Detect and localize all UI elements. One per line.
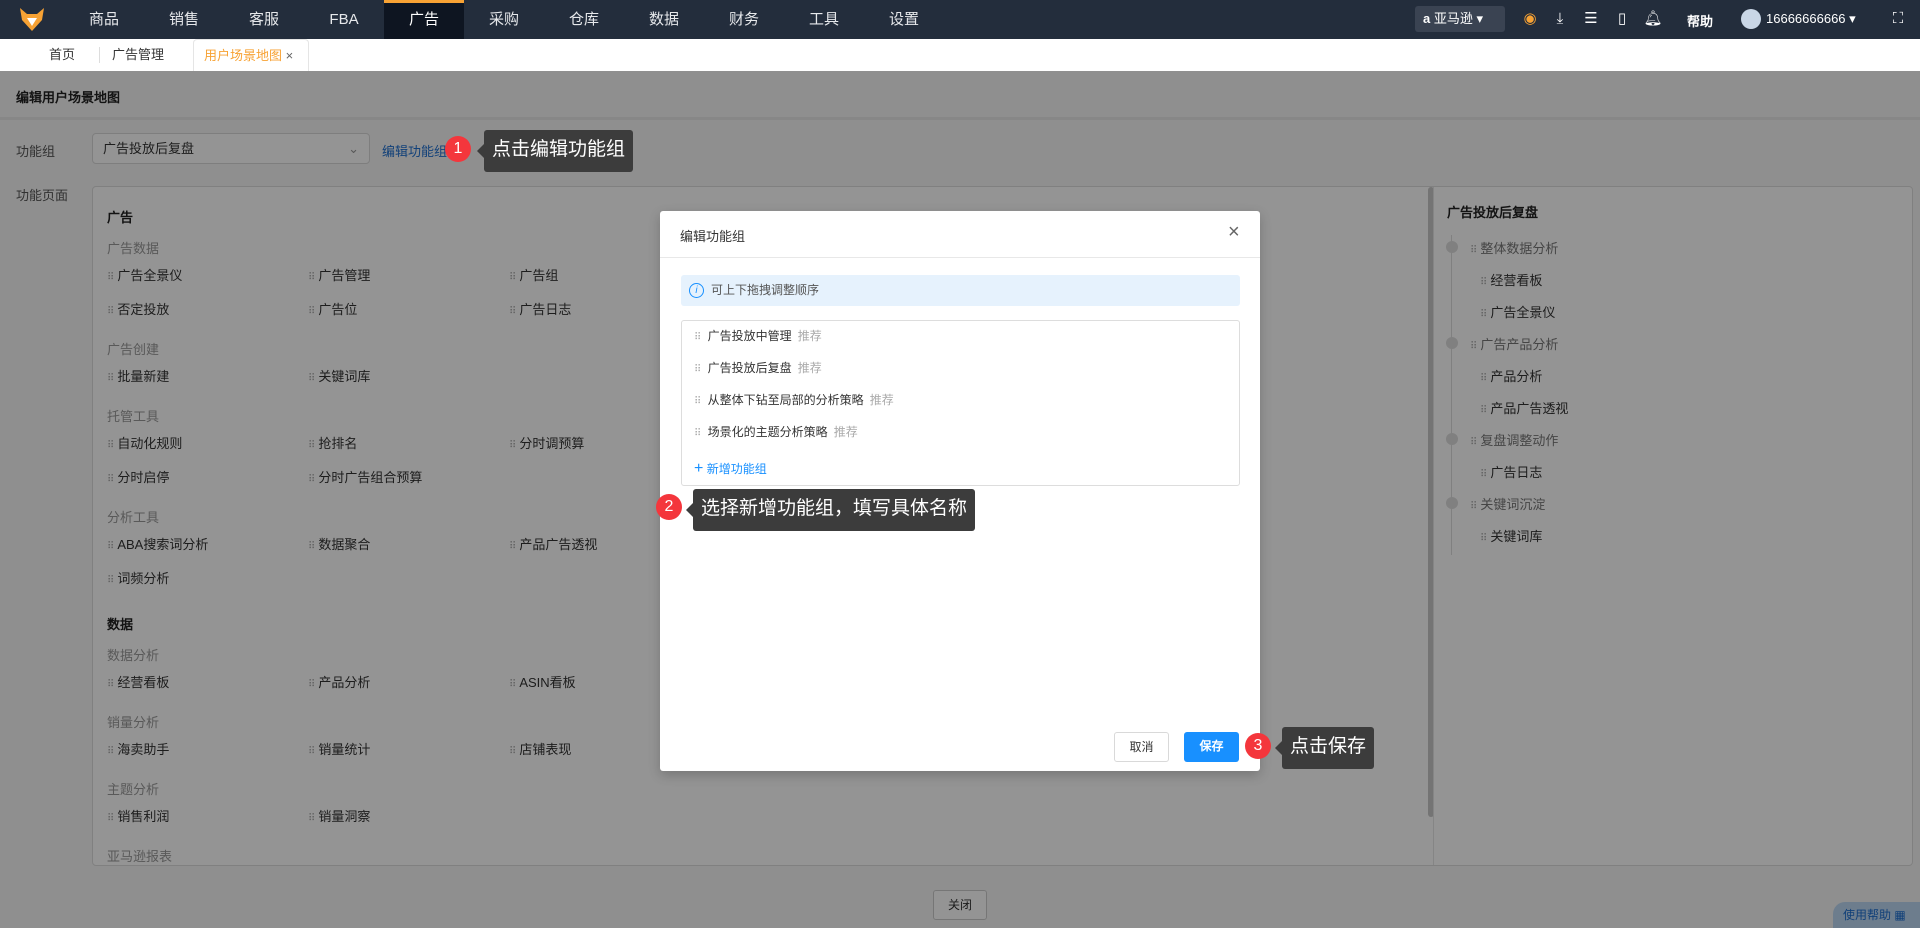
info-icon: i [689, 283, 704, 298]
download-icon[interactable]: ⤓ [1550, 9, 1570, 29]
amazon-icon: a [1423, 11, 1431, 26]
step-badge-1: 1 [445, 136, 471, 162]
user-menu[interactable]: 16666666666 ▾ [1766, 11, 1856, 27]
close-icon[interactable]: × [1228, 221, 1240, 244]
fox-logo-icon[interactable] [18, 6, 46, 32]
guide-tooltip-3: 点击保存 [1274, 727, 1375, 769]
bell-icon[interactable]: 🔔︎ [1643, 9, 1663, 29]
step-badge-3: 3 [1245, 733, 1271, 759]
store-label: 亚马逊 [1433, 11, 1473, 26]
nav-item[interactable]: 仓库 [544, 0, 624, 39]
group-list-item[interactable]: ⠿ 广告投放中管理 推荐 [694, 327, 822, 344]
guide-tooltip-1: 点击编辑功能组 [476, 130, 634, 172]
drag-handle-icon[interactable]: ⠿ [694, 332, 701, 343]
group-list-item[interactable]: ⠿ 场景化的主题分析策略 推荐 [694, 423, 858, 440]
nav-item[interactable]: 客服 [224, 0, 304, 39]
group-name: 广告投放中管理 [707, 329, 792, 343]
tab-bar: 首页 广告管理 用户场景地图 × [0, 39, 1920, 71]
group-list-item[interactable]: ⠿ 广告投放后复盘 推荐 [694, 359, 822, 376]
support-icon[interactable]: ◉ [1520, 9, 1540, 29]
help-link[interactable]: 帮助 [1687, 11, 1713, 30]
group-name: 从整体下钻至局部的分析策略 [707, 393, 864, 407]
recommend-tag: 推荐 [797, 329, 822, 343]
top-nav: 商品 销售 客服 FBA 广告 采购 仓库 数据 财务 工具 设置 a 亚马逊 ▾ ◉ ⤓ ☰ ▯ … [0, 0, 1920, 39]
close-tab-icon[interactable]: × [286, 48, 294, 63]
nav-item[interactable]: 数据 [624, 0, 704, 39]
alert-text: 可上下拖拽调整顺序 [711, 283, 820, 297]
tab-user-scene-map[interactable]: 用户场景地图 × [193, 39, 309, 71]
guide-tooltip-2: 选择新增功能组，填写具体名称 [685, 489, 976, 531]
add-group-label: 新增功能组 [706, 462, 767, 476]
tab-home[interactable]: 首页 [49, 39, 75, 71]
modal-header: 编辑功能组 × [660, 211, 1260, 258]
nav-item[interactable]: 商品 [64, 0, 144, 39]
mobile-icon[interactable]: ▯ [1612, 9, 1632, 29]
step-badge-2: 2 [656, 494, 682, 520]
avatar[interactable] [1741, 9, 1761, 29]
username: 16666666666 [1766, 11, 1846, 26]
info-alert: i 可上下拖拽调整顺序 [681, 275, 1240, 306]
divider [99, 47, 100, 63]
nav-item[interactable]: 财务 [704, 0, 784, 39]
nav-item[interactable]: FBA [304, 0, 384, 39]
recommend-tag: 推荐 [797, 361, 822, 375]
group-name: 场景化的主题分析策略 [707, 425, 828, 439]
drag-handle-icon[interactable]: ⠿ [694, 364, 701, 375]
group-list: ⠿ 广告投放中管理 推荐 ⠿ 广告投放后复盘 推荐 ⠿ 从整体下钻至局部的分析策略 推荐 ⠿… [681, 320, 1240, 486]
nav-item[interactable]: 设置 [864, 0, 944, 39]
group-name: 广告投放后复盘 [707, 361, 792, 375]
recommend-tag: 推荐 [833, 425, 858, 439]
plus-icon: + [694, 460, 704, 477]
modal-title: 编辑功能组 [680, 229, 746, 244]
save-button[interactable]: 保存 [1184, 732, 1239, 762]
fullscreen-icon[interactable]: ⛶ [1888, 9, 1908, 29]
group-list-item[interactable]: ⠿ 从整体下钻至局部的分析策略 推荐 [694, 391, 894, 408]
store-selector[interactable]: a 亚马逊 ▾ [1415, 6, 1505, 32]
drag-handle-icon[interactable]: ⠿ [694, 396, 701, 407]
nav-item[interactable]: 工具 [784, 0, 864, 39]
cancel-button[interactable]: 取消 [1114, 732, 1169, 762]
drag-handle-icon[interactable]: ⠿ [694, 428, 701, 439]
recommend-tag: 推荐 [869, 393, 894, 407]
nav-item[interactable]: 广告 [384, 0, 464, 39]
nav-item[interactable]: 采购 [464, 0, 544, 39]
task-list-icon[interactable]: ☰ [1581, 9, 1601, 29]
nav-item[interactable]: 销售 [144, 0, 224, 39]
tab-ad-management[interactable]: 广告管理 [112, 39, 164, 71]
tab-label: 用户场景地图 [204, 48, 283, 63]
add-group-button[interactable]: + 新增功能组 [694, 460, 767, 478]
